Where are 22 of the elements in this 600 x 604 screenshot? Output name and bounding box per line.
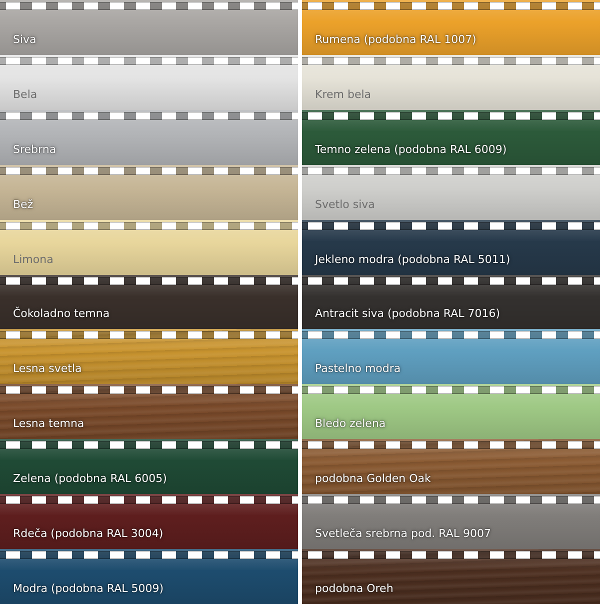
swatch-label: Temno zelena (podobna RAL 6009)	[314, 142, 508, 158]
swatch-label: Modra (podobna RAL 5009)	[12, 582, 165, 597]
swatch-label: Svetlo siva	[314, 198, 376, 213]
swatch-label: Svetleča srebrna pod. RAL 9007	[314, 527, 492, 542]
swatch-label: Bež	[12, 198, 34, 213]
swatch-label: Jekleno modra (podobna RAL 5011)	[314, 252, 512, 268]
swatch-label: Limona	[12, 252, 54, 268]
swatch-label: Bela	[12, 88, 38, 103]
swatch-label: Rdeča (podobna RAL 3004)	[12, 527, 164, 542]
swatch-label: podobna Oreh	[314, 582, 394, 597]
swatch-label: Pastelno modra	[314, 362, 402, 378]
swatch-label: podobna Golden Oak	[314, 472, 432, 488]
swatch-label: Krem bela	[314, 88, 372, 103]
swatch-label: Bledo zelena	[314, 417, 387, 432]
swatch-label: Srebrna	[12, 142, 58, 158]
swatch-label: Čokoladno temna	[12, 307, 111, 322]
swatch-label: Siva	[12, 32, 38, 48]
swatch-label: Lesna svetla	[12, 362, 83, 378]
swatch-label: Antracit siva (podobna RAL 7016)	[314, 307, 502, 322]
swatch-label: Rumena (podobna RAL 1007)	[314, 32, 478, 48]
swatch-label: Lesna temna	[12, 417, 86, 432]
swatch-label: Zelena (podobna RAL 6005)	[12, 472, 168, 488]
